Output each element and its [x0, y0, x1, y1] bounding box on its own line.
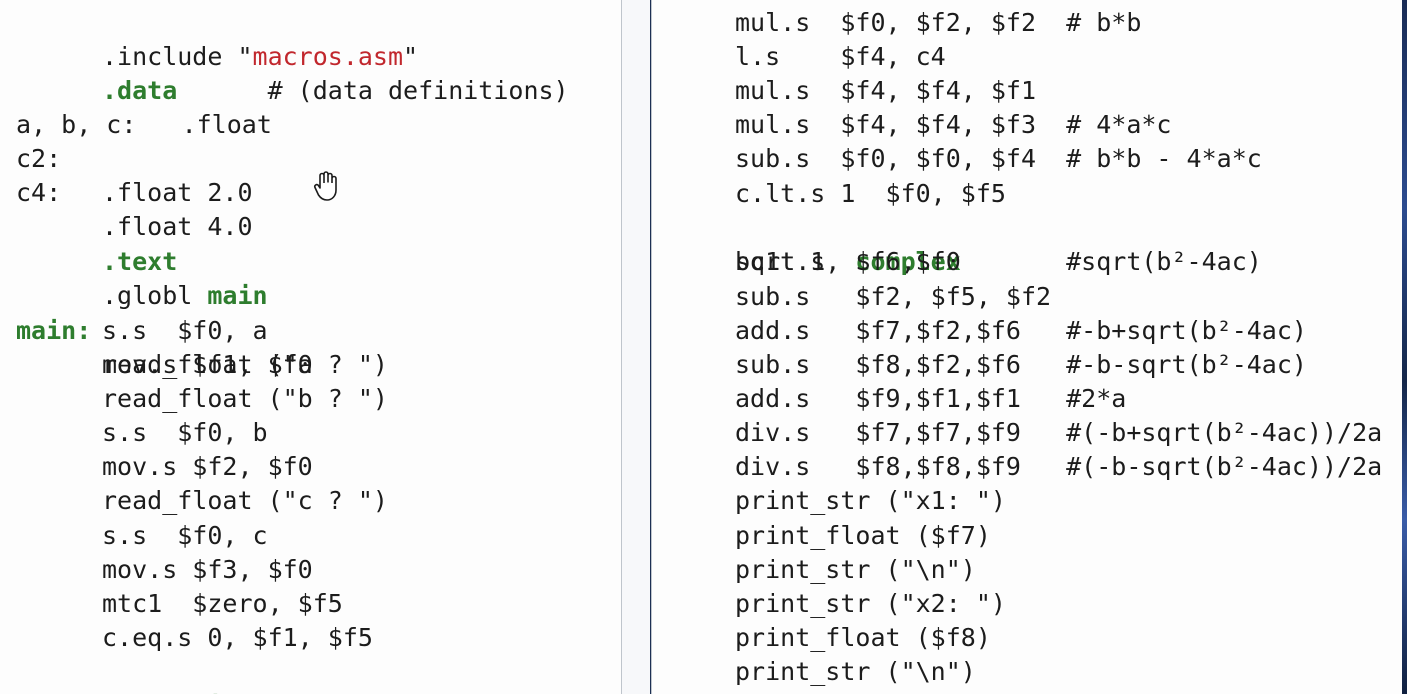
code-line: mul.s $f4, $f4, $f1: [652, 74, 1402, 108]
code-text: mul.s $f4, $f4, $f3 # 4*a*c: [735, 110, 1172, 139]
code-text: .float 2.0: [102, 178, 253, 207]
code-line: c.eq.s 0, $f1, $f5: [0, 621, 621, 655]
code-text: s.s $f0, b: [102, 418, 268, 447]
code-line: print_str ("x1: "): [652, 484, 1402, 518]
code-line: mtc1 $zero, $f5: [0, 587, 621, 621]
code-label: c4:: [16, 178, 62, 207]
code-line: print_float ($f8): [652, 621, 1402, 655]
code-line: print_str ("x2: "): [652, 587, 1402, 621]
code-line: sub.s $f0, $f0, $f4 # b*b - 4*a*c: [652, 142, 1402, 176]
code-line: mov.s $f2, $f0: [0, 450, 621, 484]
code-line: add.s $f7,$f2,$f6 #-b+sqrt(b²-4ac): [652, 314, 1402, 348]
code-text: mov.s $f3, $f0: [102, 555, 313, 584]
code-line: div.s $f8,$f8,$f9 #(-b-sqrt(b²-4ac))/2a: [652, 450, 1402, 484]
code-text: add.s $f7,$f2,$f6 #-b+sqrt(b²-4ac): [735, 316, 1307, 345]
code-text: s.s $f0, c: [102, 521, 268, 550]
pane-gap: [622, 0, 650, 694]
code-text: c.eq.s 0, $f1, $f5: [102, 623, 373, 652]
code-line: sub.s $f2, $f5, $f2: [652, 280, 1402, 314]
code-line: c2: .float 2.0: [0, 108, 621, 207]
code-line: read_float ("b ? "): [0, 382, 621, 416]
code-line: sqrt.s $f6,$f0 #sqrt(b²-4ac): [652, 245, 1402, 279]
code-line: s.s $f0, b: [0, 416, 621, 450]
code-line: a, b, c: .float: [0, 74, 621, 139]
code-text: sqrt.s $f6,$f0 #sqrt(b²-4ac): [735, 247, 1262, 276]
code-line: .include "macros.asm": [0, 6, 621, 71]
code-text: sub.s $f2, $f5, $f2: [735, 282, 1052, 311]
code-line: .data # (data definitions): [0, 40, 621, 105]
right-code-pane[interactable]: mul.s $f0, $f2, $f2 # b*b l.s $f4, c4 mu…: [651, 0, 1402, 694]
code-line: s.s $f0, c: [0, 519, 621, 553]
code-line: print_str ("\n"): [652, 655, 1402, 689]
code-line: c.lt.s 1 $f0, $f5: [652, 177, 1402, 211]
code-text: sub.s $f8,$f2,$f6 #-b-sqrt(b²-4ac): [735, 350, 1307, 379]
code-line: mov.s $f1, $f0: [0, 348, 621, 382]
code-line: add.s $f9,$f1,$f1 #2*a: [652, 382, 1402, 416]
code-text: mul.s $f4, $f4, $f1: [735, 76, 1037, 105]
code-line: read_float ("c ? "): [0, 484, 621, 518]
code-line: print_float ($f7): [652, 519, 1402, 553]
code-text: read_float ("c ? "): [102, 486, 388, 515]
code-line: bc1t fim: [0, 655, 621, 694]
code-line: mul.s $f4, $f4, $f3 # 4*a*c: [652, 108, 1402, 142]
code-text: mov.s $f1, $f0: [102, 350, 313, 379]
code-text: print_str ("\n"): [735, 657, 976, 686]
code-text: mul.s $f0, $f2, $f2 # b*b: [735, 8, 1142, 37]
code-line: .globl main: [0, 245, 621, 310]
code-text: add.s $f9,$f1,$f1 #2*a: [735, 384, 1127, 413]
code-line: bc1t 1, complex: [652, 211, 1402, 276]
code-line: main: read_float ("a ? "): [0, 280, 621, 379]
code-text: read_float ("b ? "): [102, 384, 388, 413]
code-line: div.s $f7,$f7,$f9 #(-b+sqrt(b²-4ac))/2a: [652, 416, 1402, 450]
code-text: l.s $f4, c4: [735, 42, 946, 71]
code-line: .text: [0, 211, 621, 276]
code-text: c.lt.s 1 $f0, $f5: [735, 179, 1006, 208]
code-text: print_str ("\n"): [735, 555, 976, 584]
code-text: print_str ("x1: "): [735, 486, 1006, 515]
code-line: l.s $f4, c4: [652, 40, 1402, 74]
code-text: mov.s $f2, $f0: [102, 452, 313, 481]
code-text: s.s $f0, a: [102, 316, 268, 345]
code-line: mul.s $f0, $f2, $f2 # b*b: [652, 6, 1402, 40]
code-text: div.s $f7,$f7,$f9 #(-b+sqrt(b²-4ac))/2a: [735, 418, 1383, 447]
code-line: sub.s $f8,$f2,$f6 #-b-sqrt(b²-4ac): [652, 348, 1402, 382]
code-line: s.s $f0, a: [0, 314, 621, 348]
code-text: mtc1 $zero, $f5: [102, 589, 343, 618]
left-code-pane[interactable]: .include "macros.asm" .data # (data defi…: [0, 0, 622, 694]
code-text: print_float ($f8): [735, 623, 991, 652]
code-text: div.s $f8,$f8,$f9 #(-b-sqrt(b²-4ac))/2a: [735, 452, 1383, 481]
code-text: print_str ("x2: "): [735, 589, 1006, 618]
code-line: print_str ("\n"): [652, 553, 1402, 587]
code-text: sub.s $f0, $f0, $f4 # b*b - 4*a*c: [735, 144, 1262, 173]
code-text: print_float ($f7): [735, 521, 991, 550]
code-line: mov.s $f3, $f0: [0, 553, 621, 587]
hand-cursor-icon: [314, 171, 337, 201]
code-text: bc1t fim: [102, 689, 237, 694]
